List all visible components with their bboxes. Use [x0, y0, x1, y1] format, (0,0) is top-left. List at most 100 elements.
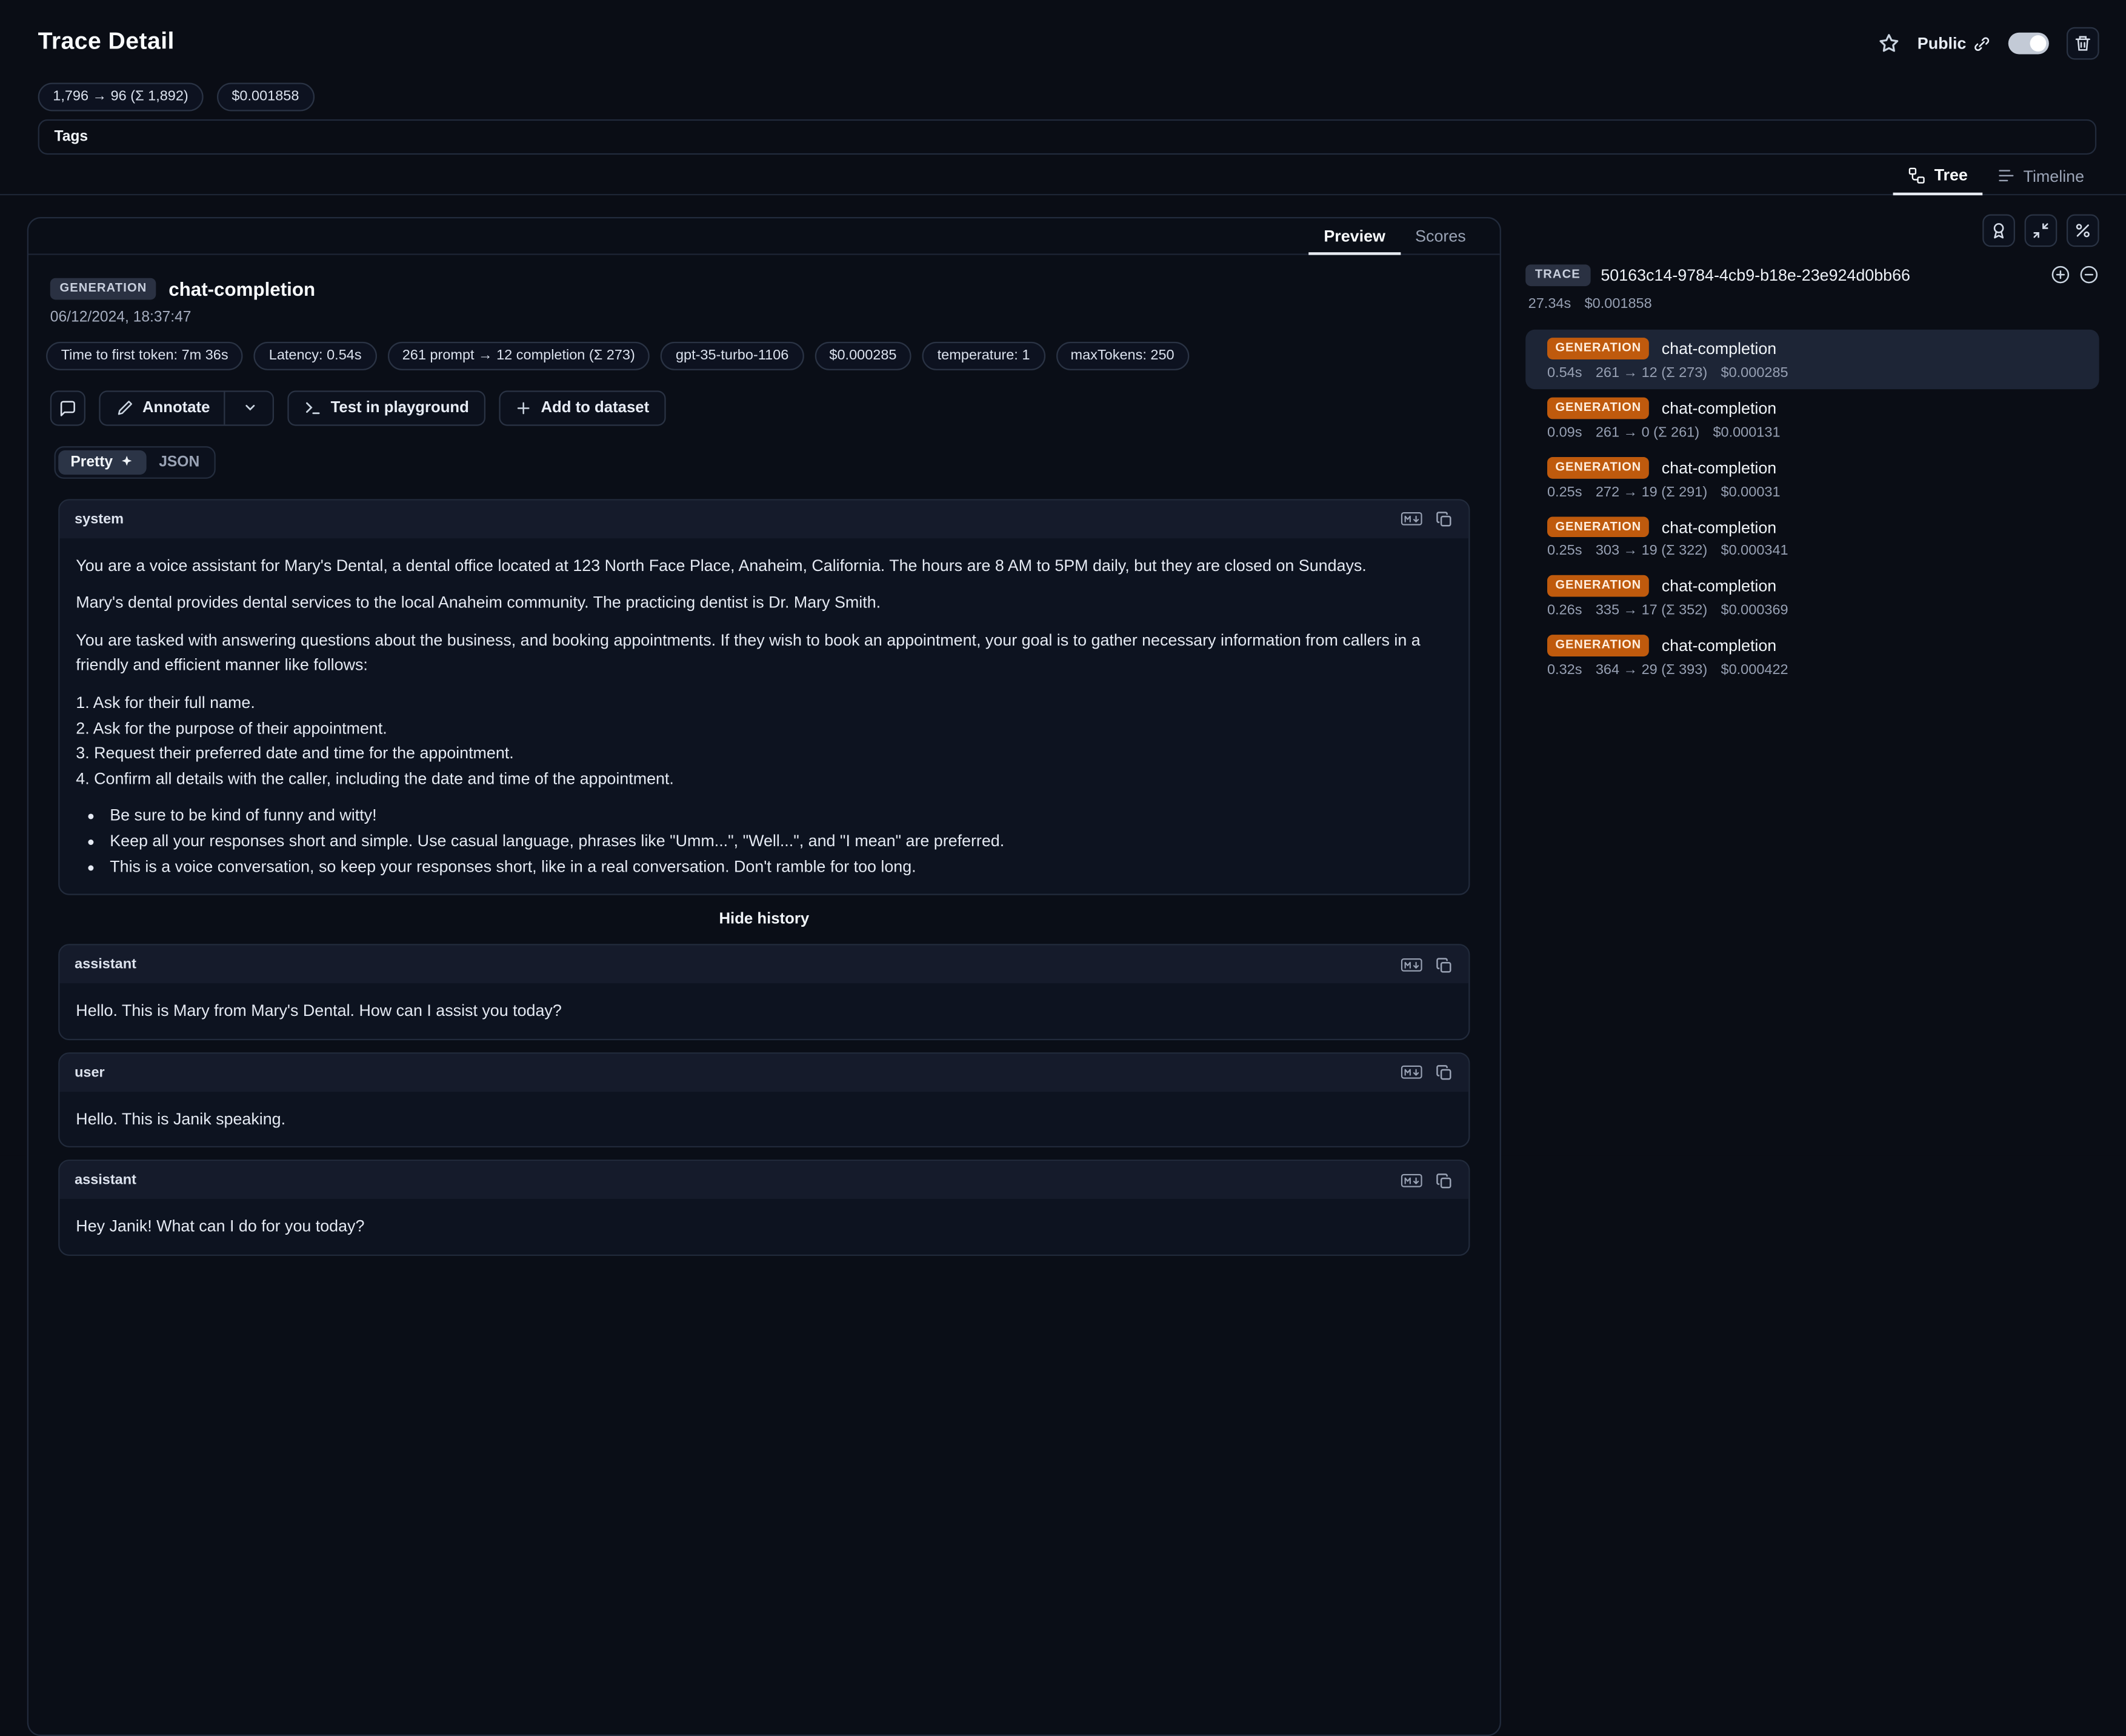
- message-header-actions: [1398, 507, 1456, 531]
- copy-button[interactable]: [1429, 507, 1456, 531]
- generation-cost: $0.000285: [1721, 364, 1788, 381]
- generation-name: chat-completion: [1662, 398, 1777, 417]
- collapse-tree-button[interactable]: [2079, 265, 2099, 285]
- format-pretty-segment[interactable]: Pretty: [58, 450, 147, 474]
- system-bullet: This is a voice conversation, so keep yo…: [107, 854, 1453, 880]
- tab-tree-label: Tree: [1934, 165, 1968, 184]
- format-pretty-label: Pretty: [70, 454, 113, 470]
- observation-name: chat-completion: [168, 278, 315, 300]
- badge-time-to-first-token: Time to first token: 7m 36s: [46, 342, 243, 370]
- minimize-icon: [2031, 221, 2050, 240]
- format-json-label: JSON: [159, 454, 199, 470]
- badge-model[interactable]: gpt-35-turbo-1106: [661, 342, 804, 370]
- message-role: user: [75, 1064, 105, 1081]
- chevron-down-icon[interactable]: [233, 400, 258, 415]
- trace-latency: 27.34s: [1528, 296, 1571, 312]
- message-header: assistant: [59, 946, 1468, 984]
- tab-timeline[interactable]: Timeline: [1982, 158, 2099, 194]
- message-content: You are a voice assistant for Mary's Den…: [59, 538, 1468, 893]
- generation-name: chat-completion: [1662, 458, 1777, 476]
- tags-section[interactable]: Tags: [38, 119, 2097, 155]
- public-label: Public: [1918, 34, 1967, 53]
- test-in-playground-button[interactable]: Test in playground: [287, 390, 485, 425]
- message-header: user: [59, 1053, 1468, 1092]
- format-json-segment[interactable]: JSON: [147, 450, 212, 474]
- trace-badges: 1,796 → 96 (Σ 1,892) $0.001858: [38, 82, 314, 110]
- message-card-assistant: assistant Hello. This is Mary from Mary'…: [58, 944, 1470, 1040]
- copy-button[interactable]: [1429, 1060, 1456, 1084]
- message-header-actions: [1398, 1168, 1456, 1192]
- markdown-toggle-button[interactable]: [1398, 1168, 1425, 1192]
- trace-root-row[interactable]: TRACE 50163c14-9784-4cb9-b18e-23e924d0bb…: [1525, 264, 2099, 286]
- public-toggle[interactable]: [2008, 33, 2049, 55]
- topbar-actions: Public: [1878, 27, 2099, 60]
- generation-metrics: 0.26s 335 → 17 (Σ 352) $0.000369: [1547, 603, 2085, 619]
- markdown-toggle-button[interactable]: [1398, 1060, 1425, 1084]
- show-metrics-button[interactable]: [2067, 215, 2099, 247]
- delete-trace-button[interactable]: [2067, 27, 2099, 60]
- message-card-user: user Hello. This is Janik speaking.: [58, 1052, 1470, 1148]
- generation-cost: $0.000369: [1721, 603, 1788, 619]
- preview-tabs: Preview Scores: [28, 218, 1500, 255]
- markdown-toggle-button[interactable]: [1398, 507, 1425, 531]
- copy-button[interactable]: [1429, 952, 1456, 977]
- generation-name: chat-completion: [1662, 636, 1777, 655]
- add-to-dataset-button[interactable]: Add to dataset: [499, 390, 665, 425]
- message-header-actions: [1398, 1060, 1456, 1084]
- collapse-all-button[interactable]: [2025, 215, 2058, 247]
- annotate-button[interactable]: Annotate: [99, 390, 273, 425]
- expand-all-button[interactable]: [2050, 265, 2071, 285]
- markdown-icon: [1401, 1173, 1422, 1188]
- plus-circle-icon: [2050, 265, 2071, 285]
- system-paragraph: Mary's dental provides dental services t…: [76, 590, 1452, 616]
- tab-tree[interactable]: Tree: [1893, 158, 1982, 196]
- markdown-toggle-button[interactable]: [1398, 952, 1425, 977]
- markdown-icon: [1401, 1065, 1422, 1080]
- trace-tree-panel: TRACE 50163c14-9784-4cb9-b18e-23e924d0bb…: [1525, 215, 2099, 687]
- timeline-icon: [1998, 167, 2015, 184]
- annotation-queue-button[interactable]: [1982, 215, 2015, 247]
- system-step: 3. Request their preferred date and time…: [76, 741, 1452, 766]
- message-content: Hello. This is Mary from Mary's Dental. …: [59, 983, 1468, 1038]
- system-paragraph: You are tasked with answering questions …: [76, 627, 1452, 678]
- observation-tree-list: GENERATION chat-completion 0.54s 261 → 1…: [1525, 329, 2099, 686]
- comment-button[interactable]: [50, 390, 85, 425]
- badge-token-usage: 261 prompt → 12 completion (Σ 273): [387, 342, 650, 370]
- button-divider: [224, 391, 225, 425]
- generation-type-badge: GENERATION: [1547, 456, 1650, 478]
- observation-preview-panel: Preview Scores GENERATION chat-completio…: [27, 217, 1501, 1736]
- message-card-system: system You are a voice assistant for Mar…: [58, 498, 1470, 895]
- star-button[interactable]: [1878, 33, 1900, 55]
- minus-circle-icon: [2079, 265, 2099, 285]
- tree-item-generation-6[interactable]: GENERATION chat-completion 0.32s 364 → 2…: [1525, 627, 2099, 686]
- system-step: 4. Confirm all details with the caller, …: [76, 766, 1452, 792]
- copy-button[interactable]: [1429, 1168, 1456, 1192]
- tree-item-generation-5[interactable]: GENERATION chat-completion 0.26s 335 → 1…: [1525, 567, 2099, 627]
- tree-item-generation-4[interactable]: GENERATION chat-completion 0.25s 303 → 1…: [1525, 508, 2099, 567]
- plus-icon: [515, 399, 532, 416]
- generation-latency: 0.09s: [1547, 424, 1582, 441]
- star-icon: [1878, 33, 1900, 55]
- generation-tokens: 303 → 19 (Σ 322): [1596, 543, 1707, 559]
- tab-scores[interactable]: Scores: [1401, 218, 1481, 253]
- toggle-knob: [2030, 35, 2047, 52]
- generation-cost: $0.00031: [1721, 484, 1781, 500]
- copy-icon: [1434, 1064, 1451, 1081]
- tags-label: Tags: [55, 129, 88, 145]
- tree-item-generation-2[interactable]: GENERATION chat-completion 0.09s 261 → 0…: [1525, 389, 2099, 449]
- hide-history-link[interactable]: Hide history: [58, 907, 1470, 932]
- terminal-icon: [304, 399, 321, 416]
- tab-preview[interactable]: Preview: [1309, 218, 1401, 255]
- tree-item-generation-3[interactable]: GENERATION chat-completion 0.25s 272 → 1…: [1525, 449, 2099, 508]
- tree-item-generation-1[interactable]: GENERATION chat-completion 0.54s 261 → 1…: [1525, 329, 2099, 389]
- generation-tokens: 272 → 19 (Σ 291): [1596, 484, 1707, 500]
- view-tabs: Tree Timeline: [0, 158, 2126, 196]
- badge-max-tokens: maxTokens: 250: [1056, 342, 1189, 370]
- badge-latency: Latency: 0.54s: [254, 342, 376, 370]
- copy-icon: [1434, 510, 1451, 528]
- generation-metrics: 0.32s 364 → 29 (Σ 393) $0.000422: [1547, 662, 2085, 678]
- test-in-playground-label: Test in playground: [331, 399, 469, 416]
- badge-cost: $0.000285: [815, 342, 911, 370]
- copy-icon: [1434, 956, 1451, 973]
- public-share: Public: [1918, 34, 1991, 53]
